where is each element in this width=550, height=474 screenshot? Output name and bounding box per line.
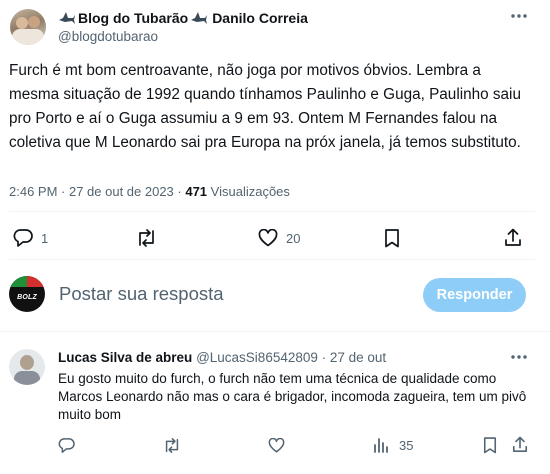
author-handle[interactable]: @blogdotubarao — [58, 29, 158, 44]
shark-icon — [190, 11, 208, 25]
repost-icon — [163, 438, 181, 453]
heart-icon — [268, 438, 285, 453]
reply-submit-button[interactable]: Responder — [423, 278, 526, 312]
reply-text: Eu gosto muito do furch, o furch não tem… — [58, 371, 527, 422]
bookmark-button[interactable] — [384, 229, 400, 248]
reply-input[interactable]: Postar sua resposta — [59, 283, 409, 305]
views-count: 471 — [185, 184, 208, 199]
divider — [9, 259, 535, 260]
reply-separator: · — [317, 350, 330, 365]
reply-button[interactable] — [58, 438, 75, 453]
divider — [9, 211, 535, 212]
repost-button[interactable] — [136, 229, 157, 247]
views-count: 35 — [399, 437, 414, 453]
views-label: Visualizações — [207, 184, 290, 199]
author-avatar[interactable] — [10, 9, 46, 45]
more-dots-icon[interactable] — [510, 13, 528, 19]
reply-author-avatar[interactable] — [9, 349, 45, 385]
like-count: 20 — [286, 230, 301, 246]
like-button[interactable] — [268, 438, 285, 453]
avatar-text: BOLZ — [17, 293, 37, 301]
tweet-text: Furch é mt bom centroavante, não joga po… — [9, 62, 521, 151]
comment-icon — [58, 438, 75, 453]
divider — [0, 331, 550, 332]
repost-icon — [136, 229, 157, 247]
comment-icon — [13, 229, 33, 247]
bookmark-button[interactable] — [483, 437, 497, 454]
repost-button[interactable] — [163, 438, 181, 453]
views-button[interactable]: 35 — [373, 437, 413, 453]
share-icon — [512, 436, 528, 453]
tweet-meta: 2:46 PM · 27 de out de 2023 · 471 Visual… — [9, 184, 290, 199]
timestamp[interactable]: 2:46 PM · 27 de out de 2023 · — [9, 184, 185, 199]
reply-button[interactable]: 1 — [13, 229, 48, 247]
author-name-row: Blog do Tubarão Danilo Correia — [58, 10, 308, 26]
reply-handle[interactable]: @LucasSi86542809 — [196, 350, 318, 365]
heart-icon — [258, 229, 278, 247]
bookmark-icon — [483, 437, 497, 454]
reply-date[interactable]: 27 de out — [330, 350, 386, 365]
share-icon — [504, 228, 522, 247]
shark-icon — [58, 11, 76, 25]
reply-display-name[interactable]: Lucas Silva de abreu — [58, 350, 192, 365]
display-name-secondary[interactable]: Danilo Correia — [212, 10, 308, 26]
more-dots-icon[interactable] — [510, 354, 528, 360]
display-name[interactable]: Blog do Tubarão — [78, 10, 188, 26]
reply-count: 1 — [41, 230, 49, 246]
avatar-flag-stripe — [9, 276, 45, 287]
like-button[interactable]: 20 — [258, 229, 300, 247]
reply-header: Lucas Silva de abreu @LucasSi86542809 · … — [58, 350, 386, 365]
analytics-icon — [373, 437, 389, 453]
share-button[interactable] — [512, 436, 528, 453]
user-avatar[interactable]: BOLZ — [9, 276, 45, 312]
share-button[interactable] — [504, 228, 522, 247]
bookmark-icon — [384, 229, 400, 248]
